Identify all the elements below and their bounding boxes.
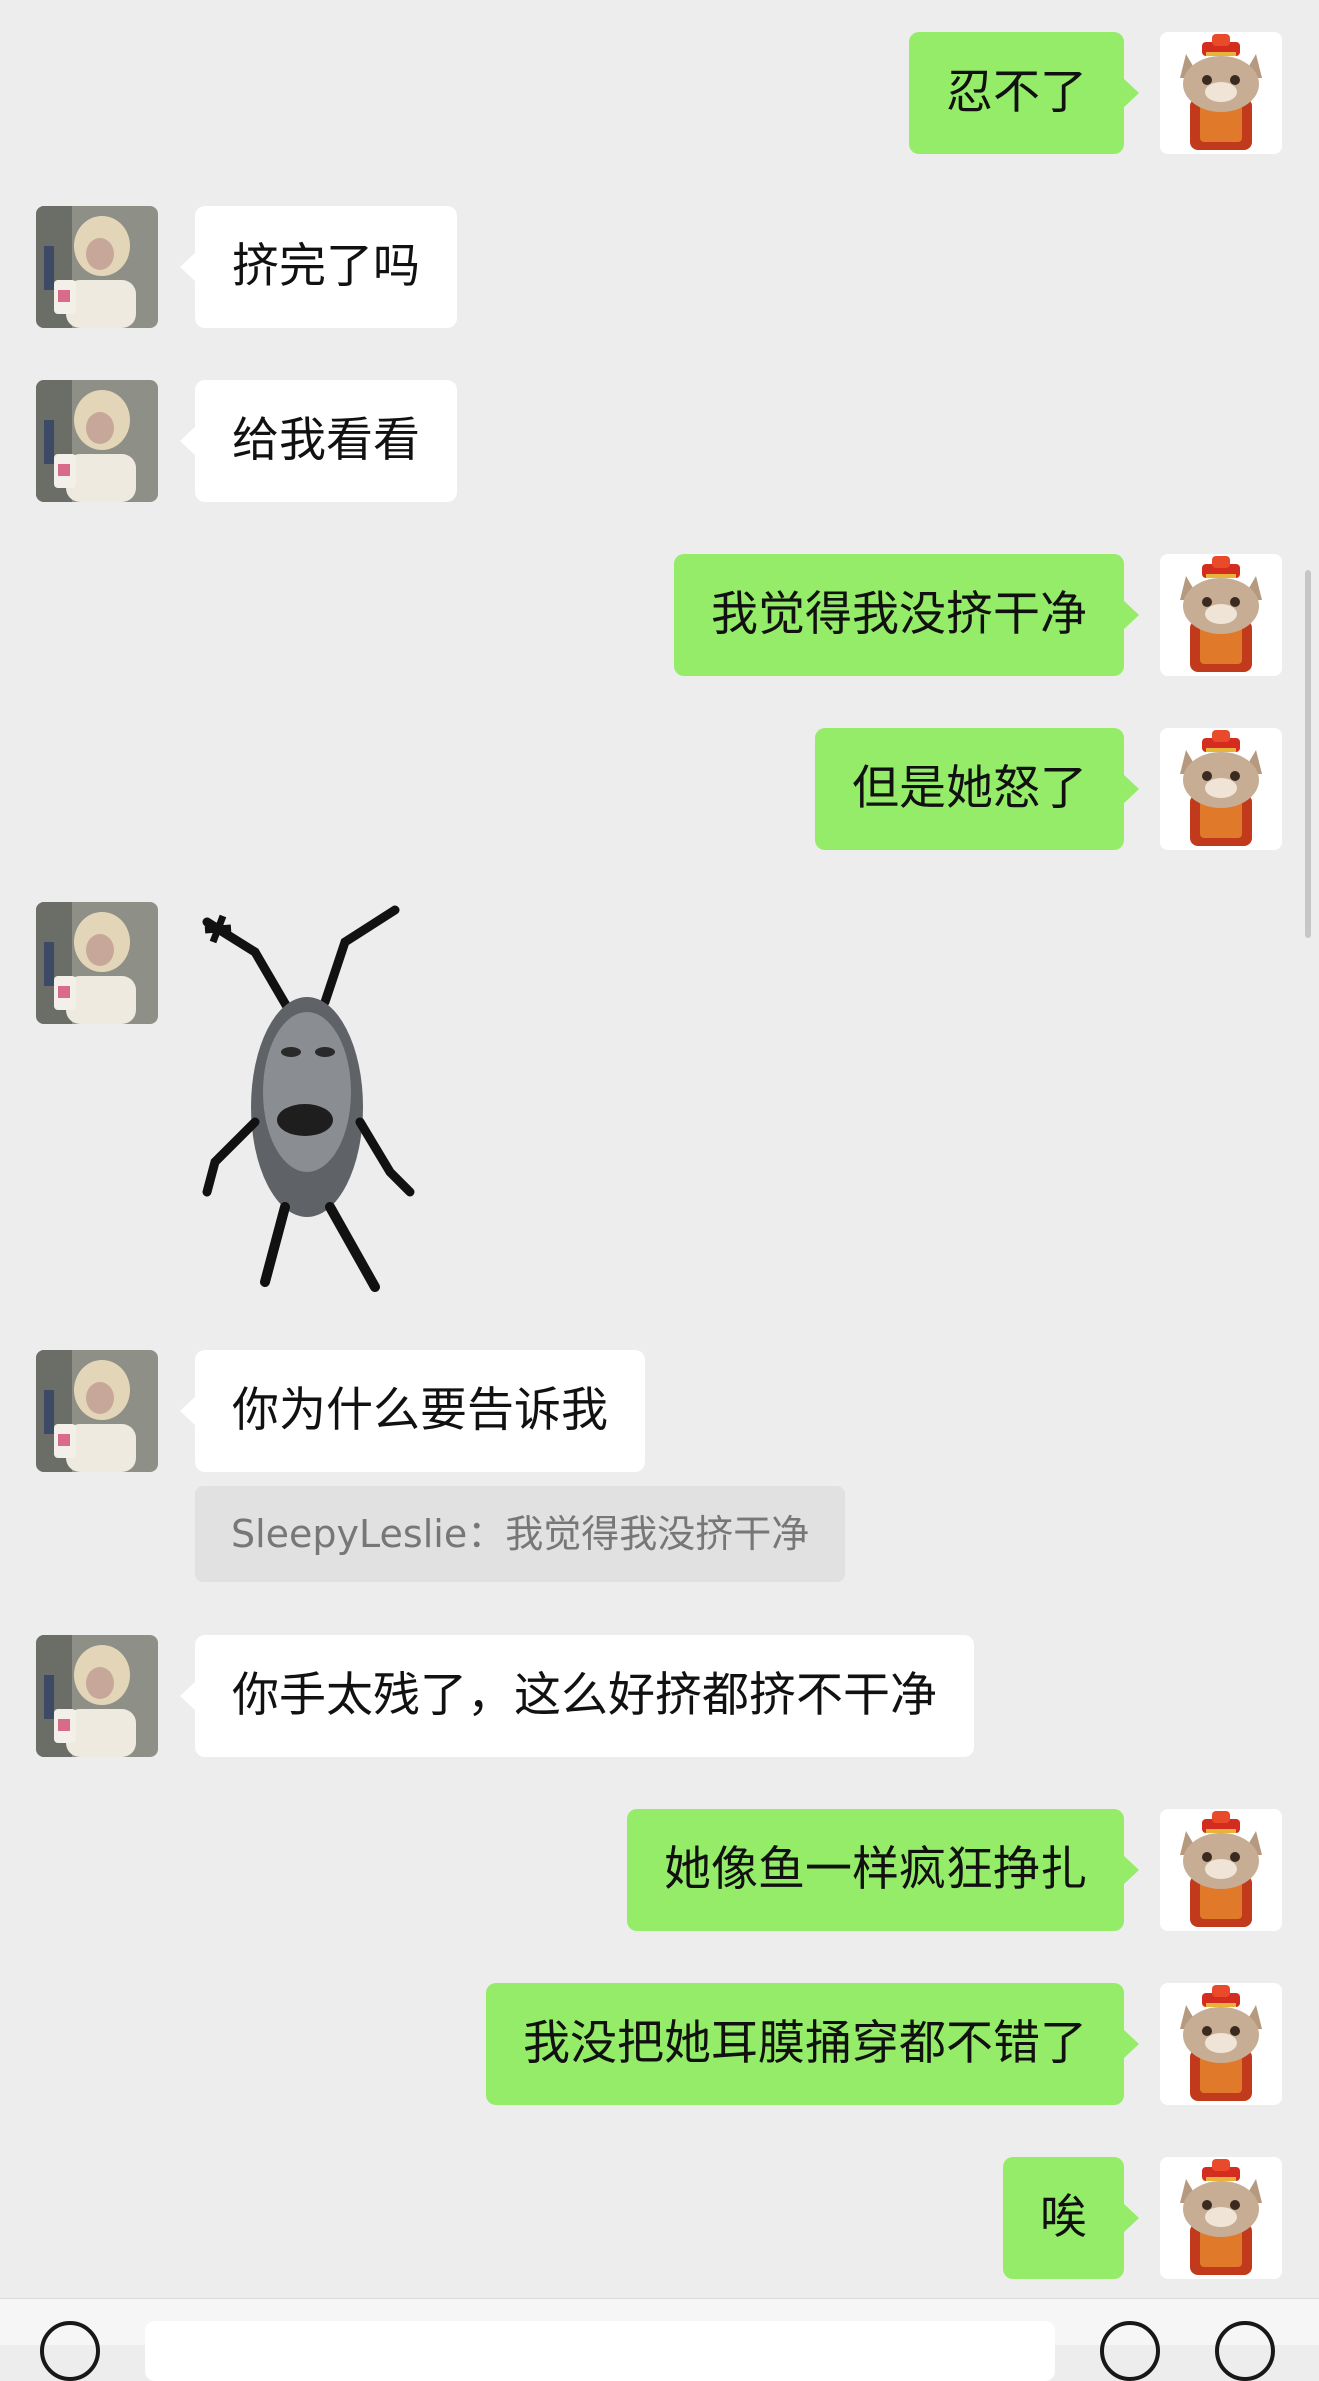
received-message-bubble[interactable]: 你手太残了，这么好挤都挤不干净	[180, 1635, 974, 1757]
contact-avatar-icon[interactable]	[36, 1350, 158, 1472]
sent-message-bubble[interactable]: 但是她怒了	[815, 728, 1139, 850]
voice-icon[interactable]	[40, 2321, 100, 2381]
sent-message-bubble[interactable]: 唉	[1003, 2157, 1139, 2279]
sent-message-bubble[interactable]: 我觉得我没挤干净	[674, 554, 1139, 676]
cat-avatar-icon[interactable]	[1160, 32, 1282, 154]
emoji-icon[interactable]	[1100, 2321, 1160, 2381]
sent-message-bubble[interactable]: 她像鱼一样疯狂挣扎	[627, 1809, 1139, 1931]
contact-avatar-icon[interactable]	[36, 902, 158, 1024]
contact-avatar-icon[interactable]	[36, 1635, 158, 1757]
cat-avatar-icon[interactable]	[1160, 1983, 1282, 2105]
received-message-bubble[interactable]: 给我看看	[180, 380, 457, 502]
message-input[interactable]	[145, 2321, 1055, 2381]
input-toolbar	[0, 2298, 1319, 2381]
dancing-bug-sticker[interactable]	[195, 902, 425, 1302]
cat-avatar-icon[interactable]	[1160, 728, 1282, 850]
cat-avatar-icon[interactable]	[1160, 554, 1282, 676]
received-message-bubble[interactable]: 挤完了吗	[180, 206, 457, 328]
cat-avatar-icon[interactable]	[1160, 2157, 1282, 2279]
contact-avatar-icon[interactable]	[36, 380, 158, 502]
quoted-message[interactable]: SleepyLeslie：我觉得我没挤干净	[195, 1486, 846, 1582]
cat-avatar-icon[interactable]	[1160, 1809, 1282, 1931]
sent-message-bubble[interactable]: 我没把她耳膜捅穿都不错了	[486, 1983, 1139, 2105]
received-message-bubble[interactable]: 你为什么要告诉我	[180, 1350, 645, 1472]
scrollbar[interactable]	[1305, 570, 1311, 938]
plus-icon[interactable]	[1215, 2321, 1275, 2381]
sent-message-bubble[interactable]: 忍不了	[909, 32, 1139, 154]
contact-avatar-icon[interactable]	[36, 206, 158, 328]
